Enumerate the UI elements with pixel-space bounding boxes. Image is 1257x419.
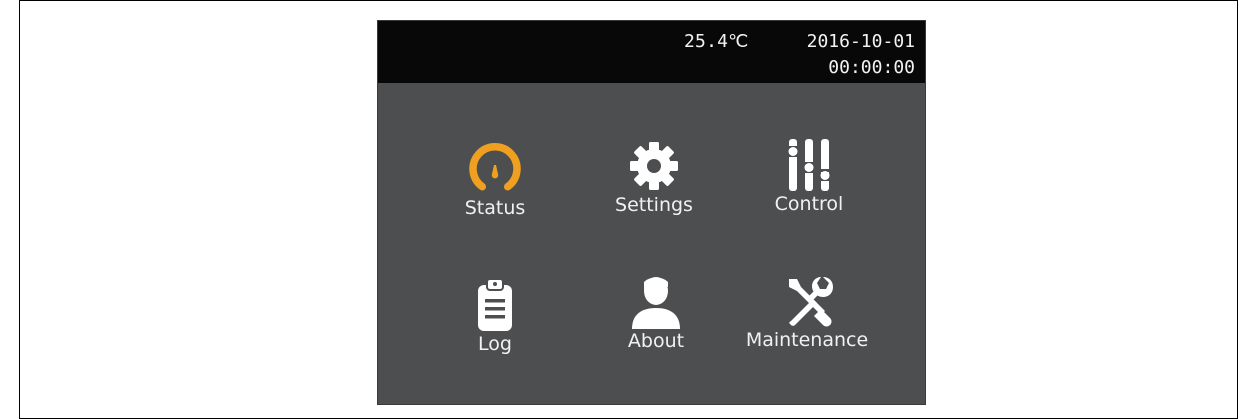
figure-frame: 25.4℃ 2016-10-01 00:00:00 Status Setting… [19,0,1238,419]
tools-icon [789,277,833,327]
device-screen: 25.4℃ 2016-10-01 00:00:00 Status Setting… [378,21,925,404]
sliders-icon [787,139,831,191]
gauge-icon [469,143,521,191]
menu-item-settings-label: Settings [615,194,693,216]
menu-item-control-label: Control [774,193,844,215]
person-icon [632,277,680,329]
menu-item-about[interactable]: About [586,272,726,362]
menu-item-log-label: Log [478,333,512,355]
menu-item-log[interactable]: Log [425,275,565,365]
time-readout: 00:00:00 [828,57,915,78]
clipboard-icon [478,278,512,331]
gear-icon [630,142,678,190]
status-bar: 25.4℃ 2016-10-01 00:00:00 [378,21,925,83]
temperature-readout: 25.4℃ [684,31,749,52]
menu-item-maintenance[interactable]: Maintenance [737,271,877,361]
date-readout: 2016-10-01 [806,31,915,52]
menu-item-settings[interactable]: Settings [584,136,724,226]
menu-item-status[interactable]: Status [425,139,565,229]
menu-item-status-label: Status [464,197,526,219]
menu-item-about-label: About [627,330,685,352]
menu-item-maintenance-label: Maintenance [745,329,869,351]
menu-item-control[interactable]: Control [739,135,879,225]
